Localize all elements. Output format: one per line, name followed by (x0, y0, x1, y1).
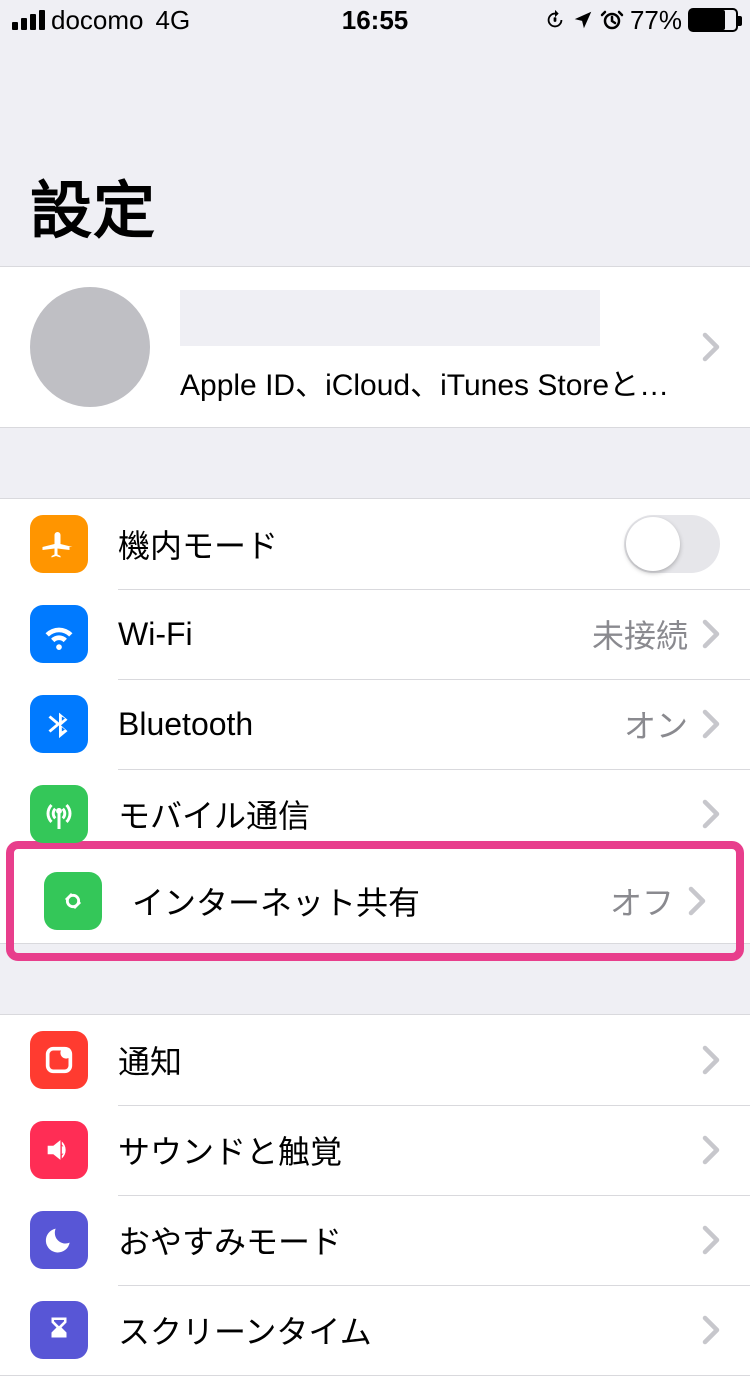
row-label: モバイル通信 (118, 791, 702, 837)
row-bluetooth[interactable]: Bluetooth オン (0, 679, 750, 769)
row-label: インターネット共有 (132, 878, 610, 924)
row-value: オン (624, 701, 688, 747)
profile-name-redacted (180, 290, 600, 346)
row-notifications[interactable]: 通知 (0, 1015, 750, 1105)
chevron-right-icon (688, 886, 706, 916)
battery-icon (688, 8, 738, 32)
group-connectivity: 機内モード Wi-Fi 未接続 Bluetooth オン モバイル通信 インター… (0, 498, 750, 944)
moon-icon (30, 1211, 88, 1269)
row-value: 未接続 (592, 611, 688, 657)
carrier-label: docomo (51, 5, 144, 36)
chevron-right-icon (702, 709, 720, 739)
status-bar: docomo 4G 16:55 77% (0, 0, 750, 40)
battery-percent-label: 77% (630, 5, 682, 36)
sounds-icon (30, 1121, 88, 1179)
hourglass-icon (30, 1301, 88, 1359)
annotation-highlight: インターネット共有 オフ (6, 841, 744, 961)
avatar (30, 287, 150, 407)
alarm-icon (600, 8, 624, 32)
row-screen-time[interactable]: スクリーンタイム (0, 1285, 750, 1375)
status-right: 77% (544, 5, 738, 36)
cellular-antenna-icon (30, 785, 88, 843)
group-apple-id: Apple ID、iCloud、iTunes StoreとApp S... (0, 266, 750, 428)
row-label: Bluetooth (118, 706, 624, 743)
location-icon (572, 9, 594, 31)
network-type-label: 4G (156, 5, 191, 36)
profile-subtitle: Apple ID、iCloud、iTunes StoreとApp S... (180, 360, 680, 404)
orientation-lock-icon (544, 9, 566, 31)
row-personal-hotspot[interactable]: インターネット共有 オフ (14, 849, 736, 953)
row-label: Wi-Fi (118, 616, 592, 653)
row-label: サウンドと触覚 (118, 1127, 702, 1173)
row-airplane-mode[interactable]: 機内モード (0, 499, 750, 589)
hotspot-link-icon (44, 872, 102, 930)
wifi-icon (30, 605, 88, 663)
clock-label: 16:55 (342, 5, 409, 36)
chevron-right-icon (702, 799, 720, 829)
row-label: 通知 (118, 1037, 702, 1083)
chevron-right-icon (702, 1225, 720, 1255)
row-wifi[interactable]: Wi-Fi 未接続 (0, 589, 750, 679)
row-apple-id[interactable]: Apple ID、iCloud、iTunes StoreとApp S... (0, 267, 750, 427)
row-cellular[interactable]: モバイル通信 (0, 769, 750, 859)
chevron-right-icon (702, 1135, 720, 1165)
row-value: オフ (610, 878, 674, 924)
row-do-not-disturb[interactable]: おやすみモード (0, 1195, 750, 1285)
status-left: docomo 4G (12, 5, 190, 36)
row-label: おやすみモード (118, 1217, 702, 1263)
airplane-icon (30, 515, 88, 573)
cellular-signal-icon (12, 10, 45, 30)
notifications-icon (30, 1031, 88, 1089)
chevron-right-icon (702, 619, 720, 649)
page-header: 設定 (0, 40, 750, 266)
bluetooth-icon (30, 695, 88, 753)
airplane-toggle[interactable] (624, 515, 720, 573)
row-label: スクリーンタイム (118, 1307, 702, 1353)
group-general: 通知 サウンドと触覚 おやすみモード スクリーンタイム (0, 1014, 750, 1376)
chevron-right-icon (702, 332, 720, 362)
row-sounds[interactable]: サウンドと触覚 (0, 1105, 750, 1195)
row-label: 機内モード (118, 521, 624, 567)
chevron-right-icon (702, 1045, 720, 1075)
chevron-right-icon (702, 1315, 720, 1345)
page-title: 設定 (30, 160, 720, 250)
